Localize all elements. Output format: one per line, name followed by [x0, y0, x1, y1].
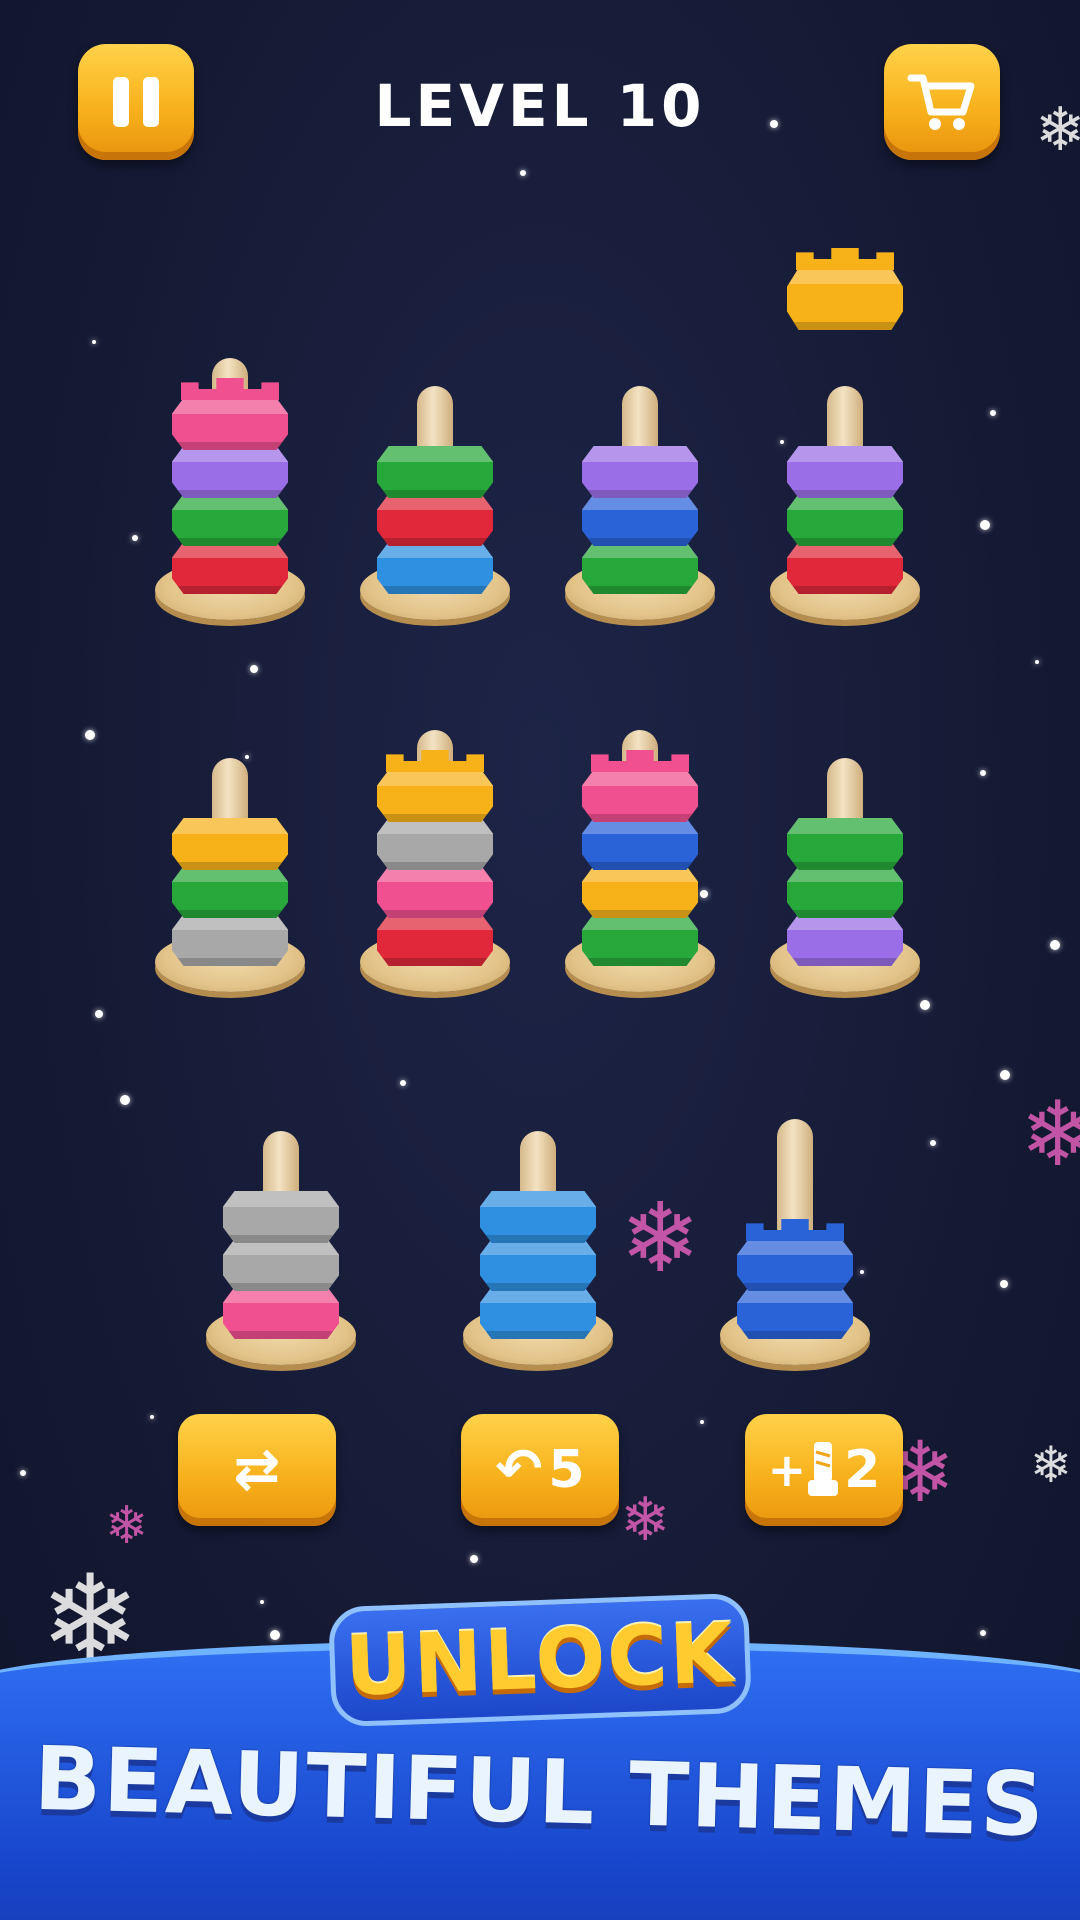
- sparkle: [980, 1630, 986, 1636]
- green-nut: [377, 446, 493, 498]
- sparkle: [920, 1000, 930, 1010]
- snowflake-decoration: ❄: [1030, 1436, 1072, 1494]
- sparkle: [85, 730, 95, 740]
- sparkle: [1035, 660, 1039, 664]
- bolt-tower-7[interactable]: [565, 662, 715, 992]
- bolt-tower-5[interactable]: [155, 662, 305, 992]
- shop-button[interactable]: [884, 44, 1000, 160]
- snowflake-decoration: ❄: [105, 1496, 149, 1556]
- pink-nut: [223, 1287, 339, 1339]
- lightblue-nut: [377, 542, 493, 594]
- undo-icon: ↶: [495, 1437, 543, 1502]
- pink-nut: [172, 398, 288, 450]
- sparkle: [400, 1080, 406, 1086]
- shopping-cart-icon: [907, 74, 975, 130]
- green-nut: [787, 866, 903, 918]
- bolt-tower-4[interactable]: [770, 248, 920, 620]
- undo-button[interactable]: ↶ 5: [461, 1414, 619, 1526]
- add-bolt-count: 2: [844, 1440, 881, 1500]
- snowflake-decoration: ❄: [620, 1182, 701, 1294]
- yellow-nut-crown: [386, 750, 484, 772]
- yellow-nut-crown: [796, 248, 894, 270]
- purple-nut: [582, 446, 698, 498]
- sparkle: [150, 1415, 154, 1419]
- sparkle: [980, 770, 986, 776]
- green-nut: [787, 494, 903, 546]
- add-bolt-button[interactable]: + 2: [745, 1414, 903, 1526]
- gray-nut: [223, 1239, 339, 1291]
- gray-nut: [172, 914, 288, 966]
- gray-nut: [377, 818, 493, 870]
- pink-nut: [582, 770, 698, 822]
- yellow-nut: [582, 866, 698, 918]
- bolt-tower-10[interactable]: [463, 1035, 613, 1365]
- bolt-tower-3[interactable]: [565, 290, 715, 620]
- bolt-tower-2[interactable]: [360, 290, 510, 620]
- sparkle: [120, 1095, 130, 1105]
- sparkle: [20, 1470, 26, 1476]
- purple-nut: [787, 446, 903, 498]
- bolt-tower-1[interactable]: [155, 290, 305, 620]
- bolt-tower-6[interactable]: [360, 662, 510, 992]
- red-nut: [172, 542, 288, 594]
- blue-nut-crown: [746, 1219, 844, 1241]
- red-nut: [787, 542, 903, 594]
- gray-nut: [223, 1191, 339, 1243]
- unlock-badge: UNLOCK: [328, 1592, 752, 1728]
- sparkle: [92, 340, 96, 344]
- yellow-nut: [172, 818, 288, 870]
- bolt-tower-9[interactable]: [206, 1035, 356, 1365]
- sparkle: [95, 1010, 103, 1018]
- blue-nut: [737, 1239, 853, 1291]
- sparkle: [990, 410, 996, 416]
- green-nut: [582, 542, 698, 594]
- green-nut: [172, 494, 288, 546]
- sparkle: [470, 1555, 478, 1563]
- sparkle: [520, 170, 526, 176]
- purple-nut: [172, 446, 288, 498]
- sparkle: [270, 1630, 280, 1640]
- red-nut: [377, 914, 493, 966]
- blue-nut: [582, 494, 698, 546]
- lightblue-nut: [480, 1191, 596, 1243]
- add-bolt-icon: [808, 1442, 839, 1496]
- lightblue-nut: [480, 1287, 596, 1339]
- purple-nut: [787, 914, 903, 966]
- sparkle: [260, 1600, 264, 1604]
- green-nut: [172, 866, 288, 918]
- unlock-text: UNLOCK: [343, 1605, 737, 1715]
- yellow-nut-lifted: [787, 268, 903, 330]
- sparkle: [700, 1420, 704, 1424]
- snowflake-decoration: ❄: [620, 1485, 671, 1555]
- bolt-tower-11[interactable]: [720, 1035, 870, 1365]
- red-nut: [377, 494, 493, 546]
- pink-nut-crown: [181, 378, 279, 400]
- lightblue-nut: [480, 1239, 596, 1291]
- yellow-nut: [377, 770, 493, 822]
- blue-nut: [737, 1287, 853, 1339]
- blue-nut: [582, 818, 698, 870]
- pink-nut-crown: [591, 750, 689, 772]
- undo-count: 5: [548, 1440, 585, 1500]
- shuffle-button[interactable]: ⇄: [178, 1414, 336, 1526]
- sparkle: [132, 535, 138, 541]
- bolt-tower-8[interactable]: [770, 662, 920, 992]
- pink-nut: [377, 866, 493, 918]
- shuffle-icon: ⇄: [233, 1437, 281, 1502]
- sparkle: [1000, 1280, 1008, 1288]
- sparkle: [1050, 940, 1060, 950]
- plus-icon: +: [767, 1443, 807, 1497]
- green-nut: [787, 818, 903, 870]
- game-screen: ❄ ❄ ❄ ❄ ❄ ❄ ❄ ❄ LEVEL 10 ⇄ ↶ 5 + 2 UNLOC…: [0, 0, 1080, 1920]
- sparkle: [930, 1140, 936, 1146]
- sparkle: [980, 520, 990, 530]
- snowflake-decoration: ❄: [1020, 1082, 1080, 1187]
- sparkle: [1000, 1070, 1010, 1080]
- green-nut: [582, 914, 698, 966]
